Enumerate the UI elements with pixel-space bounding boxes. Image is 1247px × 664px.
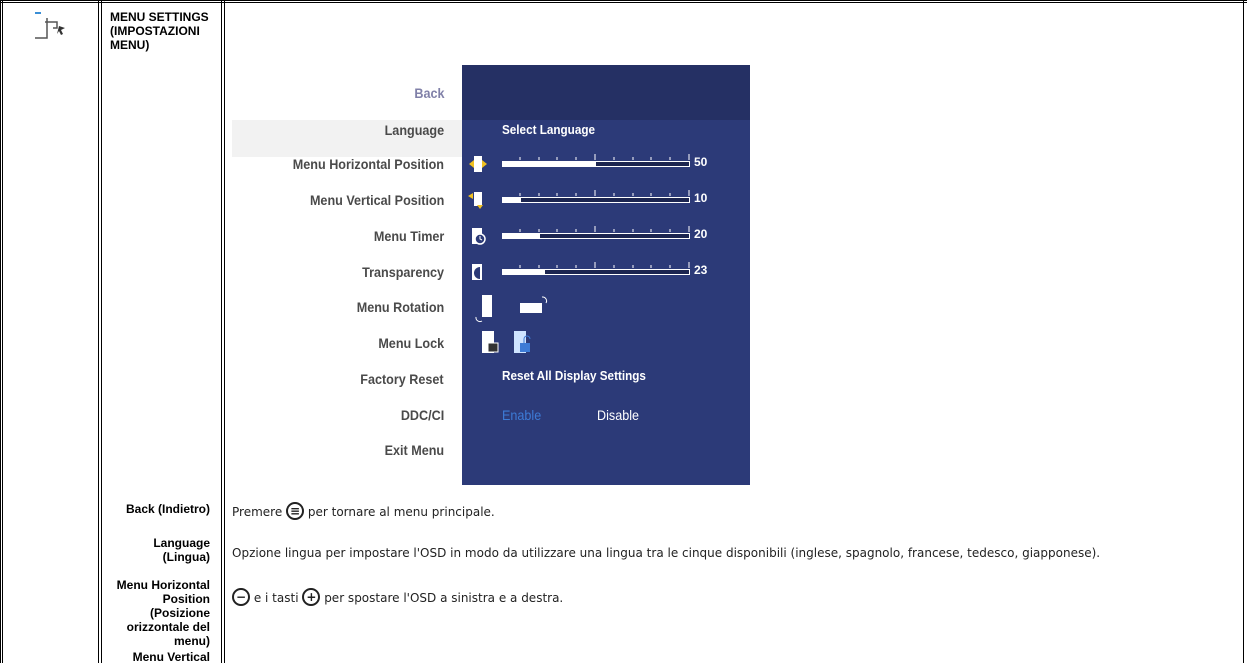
row-label-menu-vertical: Menu Vertical bbox=[132, 650, 210, 664]
osd-item-menu-horizontal-position: Menu Horizontal Position bbox=[292, 156, 444, 172]
osd-reset-value: Reset All Display Settings bbox=[502, 368, 646, 383]
row-desc-menu-horizontal: − e i tasti + per spostare l'OSD a sinis… bbox=[232, 588, 563, 606]
slider-value: 10 bbox=[694, 191, 708, 205]
column-divider-2b bbox=[224, 0, 225, 663]
osd-slider-transparency: 23 bbox=[502, 262, 707, 277]
row-desc-language: Opzione lingua per impostare l'OSD in mo… bbox=[232, 546, 1101, 560]
row-desc-h-text-mid: e i tasti bbox=[253, 591, 299, 605]
column-divider-1b bbox=[101, 0, 102, 663]
slider-fill bbox=[502, 269, 545, 275]
osd-item-exit-menu: Exit Menu bbox=[384, 442, 444, 458]
osd-ddc-enable: Enable bbox=[502, 407, 542, 423]
row-label-menu-horizontal: Menu Horizontal Position (Posizione oriz… bbox=[116, 578, 210, 648]
osd-right-panel: Select Language 50 10 20 23 Reset All Di… bbox=[462, 65, 750, 485]
row-label-language: Language (Lingua) bbox=[153, 536, 210, 564]
table-border-left-inner bbox=[2, 0, 3, 663]
osd-item-menu-lock: Menu Lock bbox=[378, 335, 444, 351]
table-border-right bbox=[1243, 0, 1244, 663]
osd-item-back: Back bbox=[413, 85, 444, 101]
osd-language-value: Select Language bbox=[502, 122, 595, 137]
horizontal-position-icon bbox=[468, 154, 488, 174]
slider-ticks bbox=[519, 262, 690, 268]
minus-button-icon: − bbox=[232, 588, 250, 606]
slider-fill bbox=[502, 161, 596, 167]
osd-left-panel: Back Language Menu Horizontal Position M… bbox=[232, 65, 462, 485]
slider-ticks bbox=[519, 190, 690, 196]
top-rule bbox=[0, 0, 1247, 3]
slider-fill bbox=[502, 233, 540, 239]
osd-item-menu-rotation: Menu Rotation bbox=[356, 299, 444, 315]
timer-icon bbox=[468, 226, 488, 246]
osd-ddc-disable: Disable bbox=[597, 407, 640, 423]
osd-item-menu-timer: Menu Timer bbox=[373, 228, 444, 244]
osd-header-band bbox=[462, 65, 750, 120]
osd-item-transparency: Transparency bbox=[362, 264, 444, 280]
menu-button-icon: ≡ bbox=[286, 502, 305, 520]
menu-settings-icon bbox=[25, 10, 75, 50]
row-desc-back: Premere ≡ per tornare al menu principale… bbox=[232, 502, 495, 520]
osd-item-language: Language bbox=[384, 122, 444, 138]
row-desc-back-text-after: per tornare al menu principale. bbox=[307, 505, 495, 519]
osd-menu-image: Back Language Menu Horizontal Position M… bbox=[232, 65, 750, 485]
osd-slider-timer: 20 bbox=[502, 226, 707, 241]
osd-slider-vertical: 10 bbox=[502, 190, 707, 205]
transparency-icon bbox=[468, 262, 488, 282]
osd-item-factory-reset: Factory Reset bbox=[360, 371, 444, 387]
osd-slider-horizontal: 50 bbox=[502, 154, 707, 169]
column-divider-2 bbox=[221, 0, 222, 663]
slider-track bbox=[502, 197, 690, 203]
table-border-left bbox=[0, 0, 1, 663]
column-divider-1 bbox=[98, 0, 99, 663]
row-label-back: Back (Indietro) bbox=[125, 502, 210, 516]
row-desc-h-text-after: per spostare l'OSD a sinistra e a destra… bbox=[324, 591, 564, 605]
lock-icons bbox=[474, 329, 564, 359]
vertical-position-icon bbox=[468, 190, 488, 210]
osd-item-menu-vertical-position: Menu Vertical Position bbox=[309, 192, 444, 208]
section-title: MENU SETTINGS (IMPOSTAZIONI MENU) bbox=[110, 10, 209, 52]
slider-ticks bbox=[519, 226, 690, 232]
osd-item-ddc-ci: DDC/CI bbox=[400, 407, 444, 423]
slider-value: 23 bbox=[694, 263, 708, 277]
row-desc-back-text-before: Premere bbox=[232, 505, 283, 519]
slider-value: 50 bbox=[694, 155, 708, 169]
slider-ticks bbox=[519, 154, 690, 160]
slider-value: 20 bbox=[694, 227, 708, 241]
slider-fill bbox=[502, 197, 521, 203]
plus-button-icon: + bbox=[302, 588, 321, 606]
rotation-icons bbox=[470, 293, 560, 323]
